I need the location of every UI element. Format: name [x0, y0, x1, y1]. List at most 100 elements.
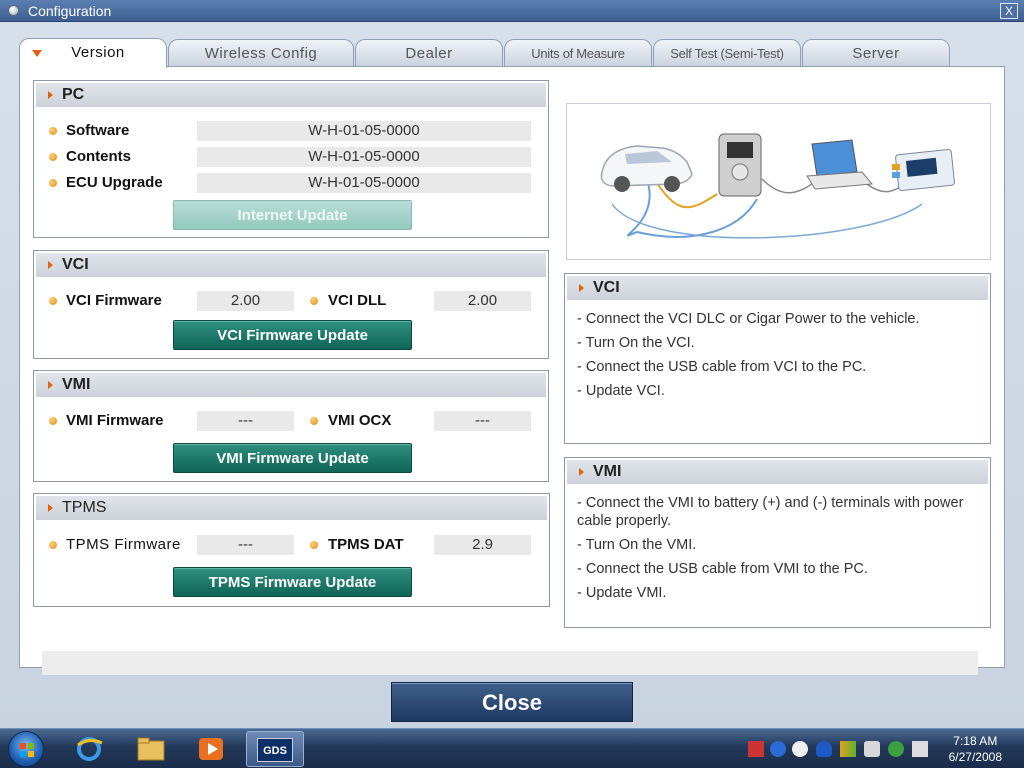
group-title: VMI: [593, 463, 622, 480]
vci-info-line: - Update VCI.: [577, 383, 665, 399]
bullet-icon: [49, 541, 57, 549]
app-icon: [8, 5, 19, 16]
bullet-icon: [49, 179, 57, 187]
tab-label: Wireless Config: [204, 45, 318, 62]
close-button[interactable]: Close: [391, 682, 633, 722]
tpms-dat-label: TPMS DAT: [328, 536, 404, 553]
vmi-firmware-update-button[interactable]: VMI Firmware Update: [173, 443, 412, 473]
vmi-firmware-value: ---: [197, 411, 294, 431]
device-icon[interactable]: [912, 741, 928, 757]
security-icon[interactable]: [792, 741, 808, 757]
tab-label: Self Test (Semi-Test): [670, 46, 784, 61]
contents-value: W-H-01-05-0000: [197, 147, 531, 167]
window-close-button[interactable]: X: [1000, 3, 1018, 19]
window-title: Configuration: [28, 3, 112, 19]
tab-wireless-config[interactable]: Wireless Config: [168, 39, 354, 67]
pc-group: PC Software W-H-01-05-0000 Contents W-H-…: [33, 80, 549, 238]
taskbar-gds-item[interactable]: GDS: [246, 731, 304, 767]
vci-firmware-update-button[interactable]: VCI Firmware Update: [173, 320, 412, 350]
tab-server[interactable]: Server: [802, 39, 950, 67]
group-title: VMI: [62, 376, 91, 393]
vci-group-header: VCI: [36, 253, 546, 277]
tab-label: Units of Measure: [531, 46, 625, 61]
volume-icon[interactable]: [864, 741, 880, 757]
group-title: VCI: [62, 256, 89, 273]
vmi-ocx-value: ---: [434, 411, 531, 431]
vmi-group: VMI VMI Firmware --- VMI OCX --- VMI Fir…: [33, 370, 549, 482]
bullet-icon: [310, 541, 318, 549]
bullet-icon: [49, 153, 57, 161]
clock[interactable]: 7:18 AM 6/27/2008: [949, 733, 1002, 765]
gds-icon: GDS: [257, 738, 293, 762]
wifi-signal-icon[interactable]: [840, 741, 856, 757]
vci-info-line: - Connect the VCI DLC or Cigar Power to …: [577, 311, 920, 327]
bullet-icon: [310, 297, 318, 305]
vmi-info-box: VMI - Connect the VMI to battery (+) and…: [564, 457, 991, 628]
software-label: Software: [66, 122, 130, 139]
vci-firmware-value: 2.00: [197, 291, 294, 311]
vci-group: VCI VCI Firmware 2.00 VCI DLL 2.00 VCI F…: [33, 250, 549, 359]
windows-logo-icon: [20, 743, 34, 757]
tab-self-test[interactable]: Self Test (Semi-Test): [653, 39, 801, 67]
tray-app-icon[interactable]: [748, 741, 764, 757]
vmi-group-header: VMI: [36, 373, 546, 397]
bluetooth-icon[interactable]: [816, 741, 832, 757]
arrow-right-icon: [48, 91, 53, 99]
status-bar: [42, 651, 978, 675]
arrow-right-icon: [579, 468, 584, 476]
vci-info-line: - Turn On the VCI.: [577, 335, 695, 351]
ecu-upgrade-label: ECU Upgrade: [66, 174, 163, 191]
tab-dealer[interactable]: Dealer: [355, 39, 503, 67]
internet-explorer-icon[interactable]: [74, 735, 104, 763]
ecu-upgrade-value: W-H-01-05-0000: [197, 173, 531, 193]
tpms-firmware-label: TPMS Firmware: [66, 536, 181, 553]
group-title: PC: [62, 86, 85, 103]
vci-firmware-label: VCI Firmware: [66, 292, 162, 309]
vci-dll-value: 2.00: [434, 291, 531, 311]
vmi-firmware-label: VMI Firmware: [66, 412, 164, 429]
arrow-right-icon: [48, 504, 53, 512]
tab-label: Version: [71, 44, 125, 61]
bullet-icon: [310, 417, 318, 425]
tab-units-of-measure[interactable]: Units of Measure: [504, 39, 652, 67]
bullet-icon: [49, 417, 57, 425]
tab-version[interactable]: Version: [19, 38, 167, 68]
folder-icon[interactable]: [136, 735, 166, 763]
vmi-ocx-label: VMI OCX: [328, 412, 392, 429]
start-button[interactable]: [8, 731, 44, 767]
pc-group-header: PC: [36, 83, 546, 107]
vmi-info-line: - Connect the USB cable from VMI to the …: [577, 561, 868, 577]
group-title: TPMS: [62, 499, 107, 516]
vmi-info-line: - Turn On the VMI.: [577, 537, 697, 553]
bullet-icon: [49, 297, 57, 305]
bullet-icon: [49, 127, 57, 135]
tpms-group-header: TPMS: [36, 496, 547, 520]
vci-info-header: VCI: [567, 276, 988, 300]
power-icon[interactable]: [770, 741, 786, 757]
connection-diagram-image: [600, 133, 955, 239]
version-panel: PC Software W-H-01-05-0000 Contents W-H-…: [19, 66, 1005, 675]
taskbar: GDS 7:18 AM 6/27/2008: [0, 728, 1024, 768]
active-tab-indicator-icon: [32, 50, 42, 57]
vmi-info-line: - Connect the VMI to battery (+) and (-)…: [577, 495, 964, 529]
software-value: W-H-01-05-0000: [197, 121, 531, 141]
vci-info-box: VCI - Connect the VCI DLC or Cigar Power…: [564, 273, 991, 444]
system-tray: 7:18 AM 6/27/2008: [740, 729, 1024, 768]
title-bar: Configuration X: [0, 0, 1024, 22]
tpms-firmware-value: ---: [197, 535, 294, 555]
vci-dll-label: VCI DLL: [328, 292, 387, 309]
network-icon[interactable]: [888, 741, 904, 757]
tpms-firmware-update-button[interactable]: TPMS Firmware Update: [173, 567, 412, 597]
connection-diagram: [566, 103, 991, 260]
tpms-dat-value: 2.9: [434, 535, 531, 555]
internet-update-button[interactable]: Internet Update: [173, 200, 412, 230]
arrow-right-icon: [48, 381, 53, 389]
vmi-info-header: VMI: [567, 460, 988, 484]
group-title: VCI: [593, 279, 620, 296]
tab-label: Dealer: [405, 45, 453, 62]
vci-info-line: - Connect the USB cable from VCI to the …: [577, 359, 867, 375]
vmi-info-line: - Update VMI.: [577, 585, 667, 601]
window-body: Version Wireless Config Dealer Units of …: [0, 22, 1024, 728]
arrow-right-icon: [48, 261, 53, 269]
media-player-icon[interactable]: [196, 735, 226, 763]
